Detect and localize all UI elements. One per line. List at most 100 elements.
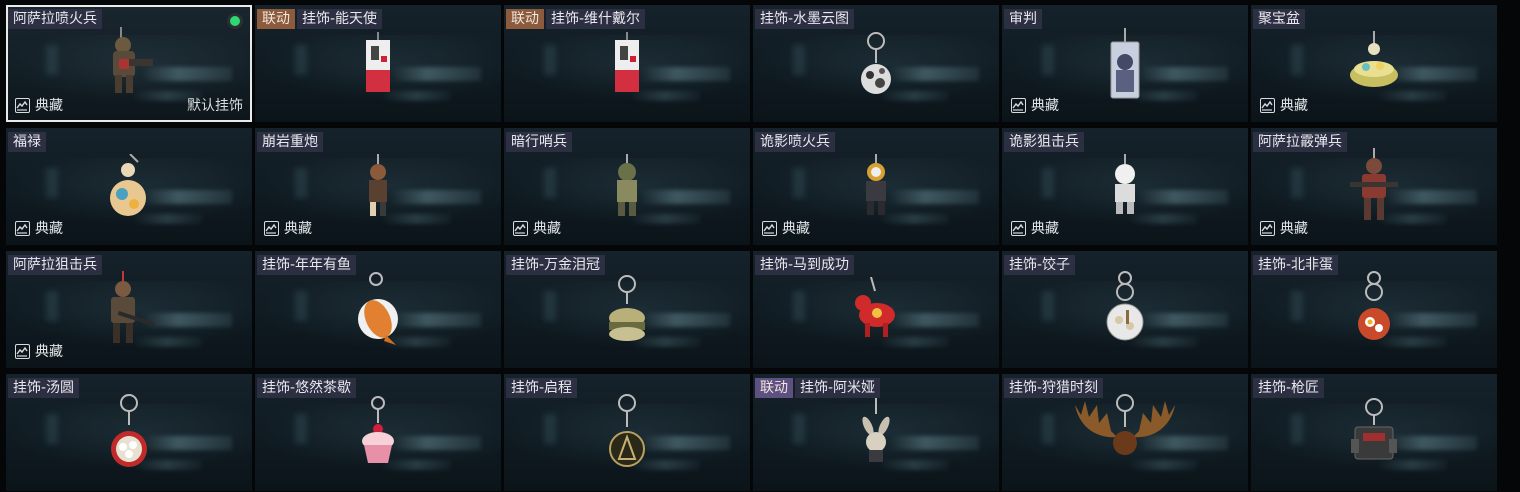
background-streak — [295, 414, 307, 444]
card-title-row: 诡影狙击兵 — [1004, 132, 1084, 152]
collection-badge: 典藏 — [15, 95, 63, 115]
charm-title: 阿萨拉喷火兵 — [8, 9, 102, 29]
card-title-row: 挂饰-启程 — [506, 378, 578, 398]
collection-label: 典藏 — [35, 98, 63, 114]
background-streak — [1291, 414, 1303, 444]
charm-title: 挂饰-马到成功 — [755, 255, 855, 275]
background-streak — [391, 436, 481, 450]
collection-label: 典藏 — [533, 221, 561, 237]
charm-card[interactable]: 挂饰-北非蛋 — [1251, 251, 1497, 368]
background-streak — [1291, 168, 1303, 198]
background-streak — [640, 313, 730, 327]
background-streak — [889, 313, 979, 327]
charm-card[interactable]: 挂饰-狩猎时刻 — [1002, 374, 1248, 491]
card-title-row: 阿萨拉霰弹兵 — [1253, 132, 1347, 152]
charm-card[interactable]: 阿萨拉狙击兵典藏 — [6, 251, 252, 368]
background-streak — [640, 190, 730, 204]
charm-card[interactable]: 联动 挂饰-维什戴尔 — [504, 5, 750, 122]
collection-icon — [15, 220, 30, 236]
background-streak — [391, 313, 481, 327]
charm-title: 暗行哨兵 — [506, 132, 572, 152]
red-card-charm — [363, 31, 393, 100]
charm-card[interactable]: 挂饰-水墨云图 — [753, 5, 999, 122]
collection-label: 典藏 — [1031, 221, 1059, 237]
background-streak — [793, 414, 805, 444]
collection-badge: 典藏 — [513, 218, 561, 238]
charm-card[interactable]: 挂饰-枪匠 — [1251, 374, 1497, 491]
charm-title: 挂饰-阿米娅 — [795, 378, 881, 398]
background-streak — [1042, 291, 1054, 321]
charm-card[interactable]: 挂饰-万金泪冠 — [504, 251, 750, 368]
charm-title: 挂饰-北非蛋 — [1253, 255, 1339, 275]
charm-card[interactable]: 崩岩重炮 典藏 — [255, 128, 501, 245]
red-horse-charm — [851, 276, 901, 347]
charm-card[interactable]: 挂饰-汤圆 — [6, 374, 252, 491]
treasure-bowl-charm — [1344, 30, 1404, 101]
charm-card[interactable]: 挂饰-悠然茶歇 — [255, 374, 501, 491]
card-title-row: 联动 挂饰-阿米娅 — [755, 378, 881, 398]
charm-card[interactable]: 阿萨拉喷火兵 典藏 默认挂饰 — [6, 5, 252, 122]
card-title-row: 挂饰-狩猎时刻 — [1004, 378, 1104, 398]
charm-title: 诡影狙击兵 — [1004, 132, 1084, 152]
heavy-gunner-charm — [361, 153, 395, 224]
collection-icon — [15, 343, 30, 359]
collection-icon — [264, 220, 279, 236]
collection-badge: 典藏 — [15, 218, 63, 238]
charm-card[interactable]: 审判 典藏 — [1002, 5, 1248, 122]
collab-tag: 联动 — [257, 9, 295, 29]
background-streak — [46, 291, 58, 321]
background-streak — [142, 436, 232, 450]
charm-card[interactable]: 挂饰-启程 — [504, 374, 750, 491]
collection-label: 典藏 — [782, 221, 810, 237]
background-streak — [46, 168, 58, 198]
background-streak — [295, 291, 307, 321]
charm-card[interactable]: 诡影喷火兵 典藏 — [753, 128, 999, 245]
charm-title: 挂饰-万金泪冠 — [506, 255, 606, 275]
card-title-row: 阿萨拉狙击兵 — [8, 255, 102, 275]
collection-label: 典藏 — [1280, 221, 1308, 237]
charm-card[interactable]: 挂饰-年年有鱼 — [255, 251, 501, 368]
charm-card[interactable]: 联动 挂饰-能天使 — [255, 5, 501, 122]
card-title-row: 挂饰-马到成功 — [755, 255, 855, 275]
charm-title: 审判 — [1004, 9, 1042, 29]
card-title-row: 暗行哨兵 — [506, 132, 572, 152]
background-streak — [544, 414, 556, 444]
card-title-row: 挂饰-年年有鱼 — [257, 255, 357, 275]
background-streak — [1042, 168, 1054, 198]
background-streak — [1138, 67, 1228, 81]
collection-label: 典藏 — [35, 344, 63, 360]
background-streak — [391, 67, 481, 81]
background-streak — [1138, 190, 1228, 204]
collection-badge: 典藏 — [1011, 218, 1059, 238]
camo-sentry-charm — [609, 153, 645, 224]
background-streak — [544, 291, 556, 321]
collection-label: 典藏 — [35, 221, 63, 237]
charm-grid: 阿萨拉喷火兵 典藏 默认挂饰 联动 挂饰-能天使 联动 挂饰-维什戴尔 挂饰-水墨云图 审判 典藏… — [6, 5, 1497, 491]
charm-card[interactable]: 阿萨拉霰弹兵典藏 — [1251, 128, 1497, 245]
background-streak — [544, 168, 556, 198]
card-title-row: 崩岩重炮 — [257, 132, 323, 152]
background-streak — [793, 291, 805, 321]
charm-card[interactable]: 挂饰-马到成功 — [753, 251, 999, 368]
charm-card[interactable]: 福禄 典藏 — [6, 128, 252, 245]
charm-card[interactable]: 暗行哨兵典藏 — [504, 128, 750, 245]
charm-card[interactable]: 聚宝盆 典藏 — [1251, 5, 1497, 122]
toolbox-charm — [1347, 397, 1401, 473]
collab-tag: 联动 — [506, 9, 544, 29]
background-streak — [295, 168, 307, 198]
charm-card[interactable]: 诡影狙击兵 典藏 — [1002, 128, 1248, 245]
card-title-row: 诡影喷火兵 — [755, 132, 835, 152]
card-title-row: 聚宝盆 — [1253, 9, 1305, 29]
card-title-row: 挂饰-水墨云图 — [755, 9, 855, 29]
charm-title: 挂饰-悠然茶歇 — [257, 378, 357, 398]
background-streak — [793, 168, 805, 198]
card-title-row: 阿萨拉喷火兵 — [8, 9, 102, 29]
charm-card[interactable]: 联动 挂饰-阿米娅 — [753, 374, 999, 491]
charm-card[interactable]: 挂饰-饺子 — [1002, 251, 1248, 368]
flame-soldier-charm — [99, 25, 159, 107]
charm-title: 诡影喷火兵 — [755, 132, 835, 152]
collection-icon — [1011, 220, 1026, 236]
background-streak — [1291, 45, 1303, 75]
background-streak — [889, 436, 979, 450]
background-streak — [640, 436, 730, 450]
